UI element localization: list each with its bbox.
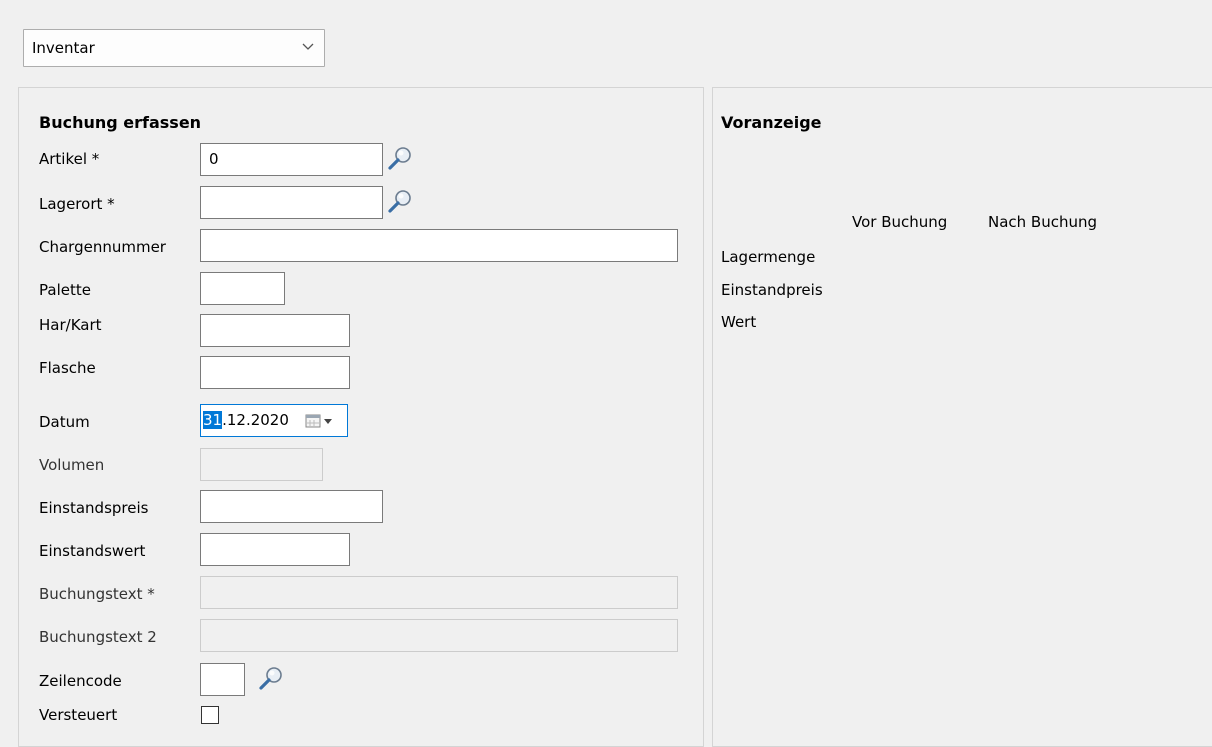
preview-col-before: Vor Buchung <box>852 213 948 231</box>
flasche-input[interactable] <box>200 356 350 389</box>
buchungstext2-label: Buchungstext 2 <box>39 628 157 646</box>
volumen-input <box>200 448 323 481</box>
booking-form-title: Buchung erfassen <box>39 113 202 132</box>
mode-select-value: Inventar <box>32 39 95 57</box>
zeilencode-label: Zeilencode <box>39 672 122 690</box>
einstandspreis-input[interactable] <box>200 490 383 523</box>
versteuert-checkbox[interactable] <box>201 706 219 724</box>
palette-label: Palette <box>39 281 91 299</box>
mode-select[interactable]: Inventar <box>23 29 325 67</box>
artikel-input[interactable]: 0 <box>200 143 383 176</box>
artikel-label: Artikel * <box>39 150 100 168</box>
harkart-label: Har/Kart <box>39 316 102 334</box>
lagerort-search-icon[interactable] <box>386 187 414 215</box>
preview-row-einstandpreis: Einstandpreis <box>721 281 823 299</box>
chevron-down-icon <box>302 43 314 50</box>
buchungstext-input <box>200 576 678 609</box>
harkart-input[interactable] <box>200 314 350 347</box>
einstandswert-input[interactable] <box>200 533 350 566</box>
zeilencode-input[interactable] <box>200 663 245 696</box>
datum-rest: .12.2020 <box>222 411 289 429</box>
preview-panel <box>712 87 1212 747</box>
lagerort-input[interactable] <box>200 186 383 219</box>
versteuert-label: Versteuert <box>39 706 118 724</box>
calendar-dropdown-icon[interactable] <box>305 413 341 429</box>
preview-col-after: Nach Buchung <box>988 213 1098 231</box>
datum-label: Datum <box>39 413 90 431</box>
datum-day-selected: 31 <box>203 411 223 429</box>
preview-title: Voranzeige <box>721 113 822 132</box>
zeilencode-search-icon[interactable] <box>257 664 285 692</box>
flasche-label: Flasche <box>39 359 96 377</box>
palette-input[interactable] <box>200 272 285 305</box>
preview-row-lagermenge: Lagermenge <box>721 248 816 266</box>
lagerort-label: Lagerort * <box>39 195 115 213</box>
artikel-search-icon[interactable] <box>386 144 414 172</box>
einstandspreis-label: Einstandspreis <box>39 499 149 517</box>
buchungstext2-input <box>200 619 678 652</box>
charge-label: Chargennummer <box>39 238 166 256</box>
einstandswert-label: Einstandswert <box>39 542 146 560</box>
charge-input[interactable] <box>200 229 678 262</box>
volumen-label: Volumen <box>39 456 105 474</box>
preview-row-wert: Wert <box>721 313 757 331</box>
buchungstext-label: Buchungstext * <box>39 585 155 603</box>
